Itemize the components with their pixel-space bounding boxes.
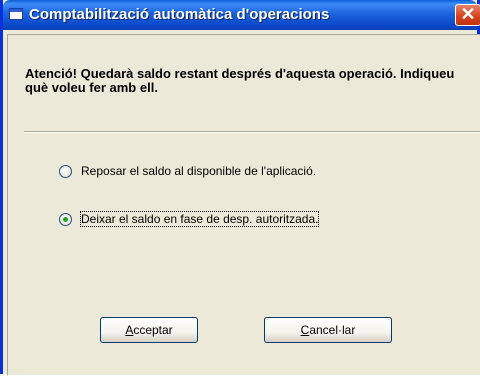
- radio-restore-balance[interactable]: [59, 165, 72, 178]
- accept-label: cceptar: [133, 323, 173, 337]
- option-keep-authorized-label: Deixar el saldo en fase de desp. autorit…: [79, 211, 320, 227]
- warning-message: Atenció! Quedarà saldo restant després d…: [25, 66, 455, 95]
- close-icon: ✕: [460, 4, 476, 24]
- cancel-button[interactable]: Cancel·lar: [264, 317, 392, 343]
- cancel-label: ancel·lar: [309, 323, 356, 337]
- radio-keep-authorized[interactable]: [59, 213, 72, 226]
- title-bar[interactable]: Comptabilització automàtica d'operacions…: [3, 0, 480, 30]
- dialog-window: Comptabilització automàtica d'operacions…: [0, 0, 480, 376]
- app-window-icon: [9, 8, 23, 20]
- dialog-body: Atenció! Quedarà saldo restant després d…: [7, 34, 480, 376]
- option-restore-balance-label: Reposar el saldo al disponible de l'apli…: [81, 164, 317, 178]
- divider: [24, 131, 480, 133]
- window-title: Comptabilització automàtica d'operacions: [29, 6, 330, 23]
- cancel-mnemonic: C: [300, 323, 310, 337]
- close-button[interactable]: ✕: [455, 4, 480, 26]
- accept-button[interactable]: Acceptar: [100, 317, 198, 343]
